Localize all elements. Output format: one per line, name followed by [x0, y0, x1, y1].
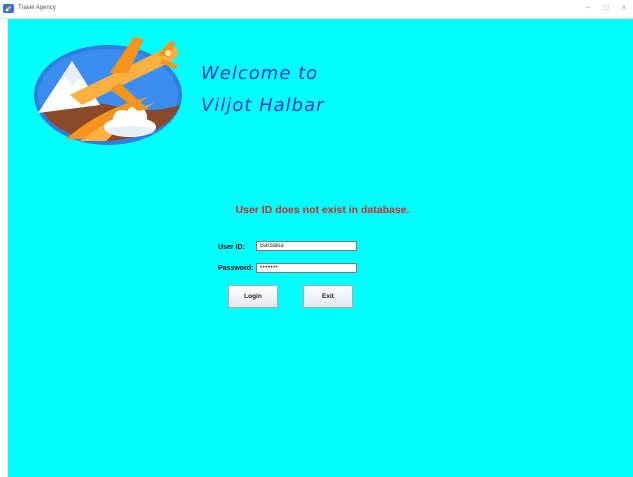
app-icon: [3, 4, 14, 13]
minimize-button[interactable]: –: [582, 2, 594, 14]
window-left-border: [0, 19, 8, 477]
login-panel: Welcome to Viljot Halbar User ID does no…: [8, 19, 633, 477]
login-button[interactable]: Login: [228, 285, 278, 308]
exit-button[interactable]: Exit: [303, 285, 353, 308]
title-bar: Travel Agency – □ ×: [0, 0, 633, 19]
welcome-line-1: Welcome to: [201, 63, 319, 84]
window-title: Travel Agency: [18, 5, 56, 11]
app-window: Travel Agency – □ × Welcome to Viljot Ha…: [0, 0, 633, 477]
welcome-line-2: Viljot Halbar: [201, 95, 325, 116]
error-message: User ID does not exist in database.: [235, 204, 410, 216]
close-button[interactable]: ×: [618, 2, 630, 14]
user-id-input[interactable]: [256, 241, 357, 251]
maximize-button[interactable]: □: [600, 2, 612, 14]
password-label: Password:: [218, 265, 254, 272]
user-id-label: User ID:: [218, 244, 245, 251]
airplane-logo-icon: [34, 37, 182, 145]
password-input[interactable]: [256, 263, 357, 273]
